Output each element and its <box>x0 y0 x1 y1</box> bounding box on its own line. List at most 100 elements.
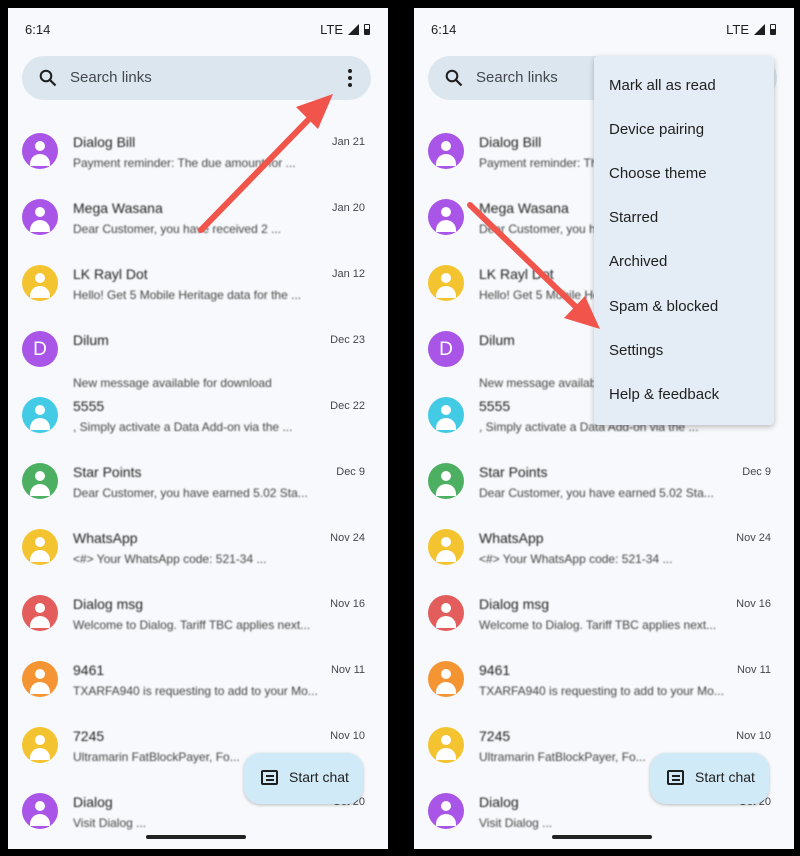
person-icon <box>428 397 464 433</box>
menu-item-mark-all-read[interactable]: Mark all as read <box>609 77 716 94</box>
person-icon <box>22 199 58 235</box>
menu-item-spam-blocked[interactable]: Spam & blocked <box>609 298 718 315</box>
chat-icon <box>667 770 684 785</box>
message-date: Nov 24 <box>330 532 365 544</box>
message-preview: Payment reminder: The due amount for ... <box>73 156 296 170</box>
contact-name: Mega Wasana <box>479 200 569 216</box>
list-item[interactable]: Star Points Dec 9 Dear Customer, you have … <box>414 455 794 521</box>
contact-name: Dialog Bill <box>479 134 542 150</box>
person-icon <box>22 595 58 631</box>
message-preview: , Simply activate a Data Add-on via the … <box>73 420 293 434</box>
avatar-letter: D <box>33 339 47 360</box>
status-bar: 6:14 LTE <box>414 22 794 42</box>
person-icon <box>428 199 464 235</box>
message-preview: Dear Customer, you have earned 5.02 Sta.… <box>73 486 308 500</box>
list-item[interactable]: Dialog Bill Jan 21 Payment reminder: The d… <box>8 125 388 191</box>
search-icon <box>39 69 57 87</box>
message-preview: Hello! Get 5 Mobile Heritage data for th… <box>73 288 302 302</box>
message-date: Dec 22 <box>330 400 365 412</box>
list-item[interactable]: D Dilum Dec 23 New message available for do… <box>8 323 388 390</box>
network-label: LTE <box>320 22 343 37</box>
search-icon <box>445 69 463 87</box>
list-item[interactable]: 5555 Dec 22 , Simply activate a Data Add-o… <box>8 389 388 455</box>
person-icon <box>428 793 464 829</box>
list-item[interactable]: WhatsApp Nov 24 <#> Your WhatsApp code: 52… <box>414 521 794 587</box>
battery-icon <box>364 24 370 35</box>
message-date: Nov 11 <box>736 664 771 676</box>
search-bar[interactable]: Search links <box>22 56 371 100</box>
message-preview: Dear Customer, you have earned 5.02 Sta.… <box>479 486 714 500</box>
person-icon <box>22 133 58 169</box>
person-icon <box>428 529 464 565</box>
network-label: LTE <box>726 22 749 37</box>
signal-icon <box>754 24 765 35</box>
message-date: Jan 21 <box>331 136 365 148</box>
contact-name: Dialog msg <box>479 596 550 612</box>
avatar-letter: D <box>439 339 453 360</box>
battery-icon <box>770 24 776 35</box>
message-preview: Dear Customer, you have received 2 ... <box>73 222 282 236</box>
person-icon <box>22 661 58 697</box>
contact-name: LK Rayl Dot <box>479 266 554 282</box>
contact-name: Dialog <box>479 794 519 810</box>
list-item[interactable]: 9461 Nov 11 TXARFA940 is requesting to add… <box>8 653 388 719</box>
message-preview: TXARFA940 is requesting to add to your M… <box>73 684 318 698</box>
more-options-icon[interactable] <box>347 69 353 87</box>
avatar: D <box>22 331 58 367</box>
person-icon <box>22 463 58 499</box>
contact-name: 7245 <box>73 728 105 744</box>
chat-icon <box>261 770 278 785</box>
menu-item-settings[interactable]: Settings <box>609 342 663 359</box>
messages-screen-left: 6:14 LTE Search links Dialog Bill Jan 21 P… <box>8 8 388 849</box>
contact-name: Dilum <box>73 332 109 348</box>
contact-name: Star Points <box>479 464 548 480</box>
start-chat-button[interactable]: Start chat <box>244 753 363 804</box>
person-icon <box>428 661 464 697</box>
contact-name: Dialog msg <box>73 596 144 612</box>
list-item[interactable]: WhatsApp Nov 24 <#> Your WhatsApp code: 52… <box>8 521 388 587</box>
list-item[interactable]: 9461 Nov 11 TXARFA940 is requesting to add… <box>414 653 794 719</box>
message-preview: Welcome to Dialog. Tariff TBC applies ne… <box>73 618 311 632</box>
status-time: 6:14 <box>431 22 457 37</box>
person-icon <box>22 529 58 565</box>
status-bar: 6:14 LTE <box>8 22 388 42</box>
message-date: Nov 16 <box>330 598 365 610</box>
start-chat-label: Start chat <box>289 769 349 785</box>
list-item[interactable]: Dialog msg Nov 16 Welcome to Dialog. Tarif… <box>8 587 388 653</box>
contact-name: 7245 <box>479 728 511 744</box>
menu-item-starred[interactable]: Starred <box>609 209 658 226</box>
person-icon <box>22 265 58 301</box>
message-preview: <#> Your WhatsApp code: 521-34 ... <box>479 552 673 566</box>
nav-handle <box>552 835 652 839</box>
person-icon <box>428 133 464 169</box>
search-placeholder: Search links <box>476 69 558 86</box>
contact-name: LK Rayl Dot <box>73 266 148 282</box>
start-chat-button[interactable]: Start chat <box>650 753 769 804</box>
signal-icon <box>348 24 359 35</box>
contact-name: 9461 <box>73 662 105 678</box>
menu-item-archived[interactable]: Archived <box>609 253 667 270</box>
menu-item-help-feedback[interactable]: Help & feedback <box>609 386 719 403</box>
list-item[interactable]: Dialog msg Nov 16 Welcome to Dialog. Tarif… <box>414 587 794 653</box>
message-date: Dec 23 <box>330 334 365 346</box>
messages-screen-right: 6:14 LTE Search links Dialog BillJan 21P… <box>414 8 794 849</box>
contact-name: WhatsApp <box>73 530 138 546</box>
avatar: D <box>428 331 464 367</box>
message-date: Nov 10 <box>330 730 365 742</box>
message-date: Jan 12 <box>331 268 365 280</box>
contact-name: Dilum <box>479 332 515 348</box>
person-icon <box>22 727 58 763</box>
nav-handle <box>146 835 246 839</box>
contact-name: WhatsApp <box>479 530 544 546</box>
list-item[interactable]: LK Rayl Dot Jan 12 Hello! Get 5 Mobile Her… <box>8 257 388 323</box>
search-placeholder: Search links <box>70 69 152 86</box>
list-item[interactable]: Mega Wasana Jan 20 Dear Customer, you have… <box>8 191 388 257</box>
contact-name: Dialog Bill <box>73 134 136 150</box>
contact-name: Dialog <box>73 794 113 810</box>
message-preview: New message available for download <box>73 376 272 390</box>
contact-name: Mega Wasana <box>73 200 163 216</box>
menu-item-choose-theme[interactable]: Choose theme <box>609 165 707 182</box>
list-item[interactable]: Star Points Dec 9 Dear Customer, you have … <box>8 455 388 521</box>
menu-item-device-pairing[interactable]: Device pairing <box>609 121 704 138</box>
person-icon <box>428 265 464 301</box>
